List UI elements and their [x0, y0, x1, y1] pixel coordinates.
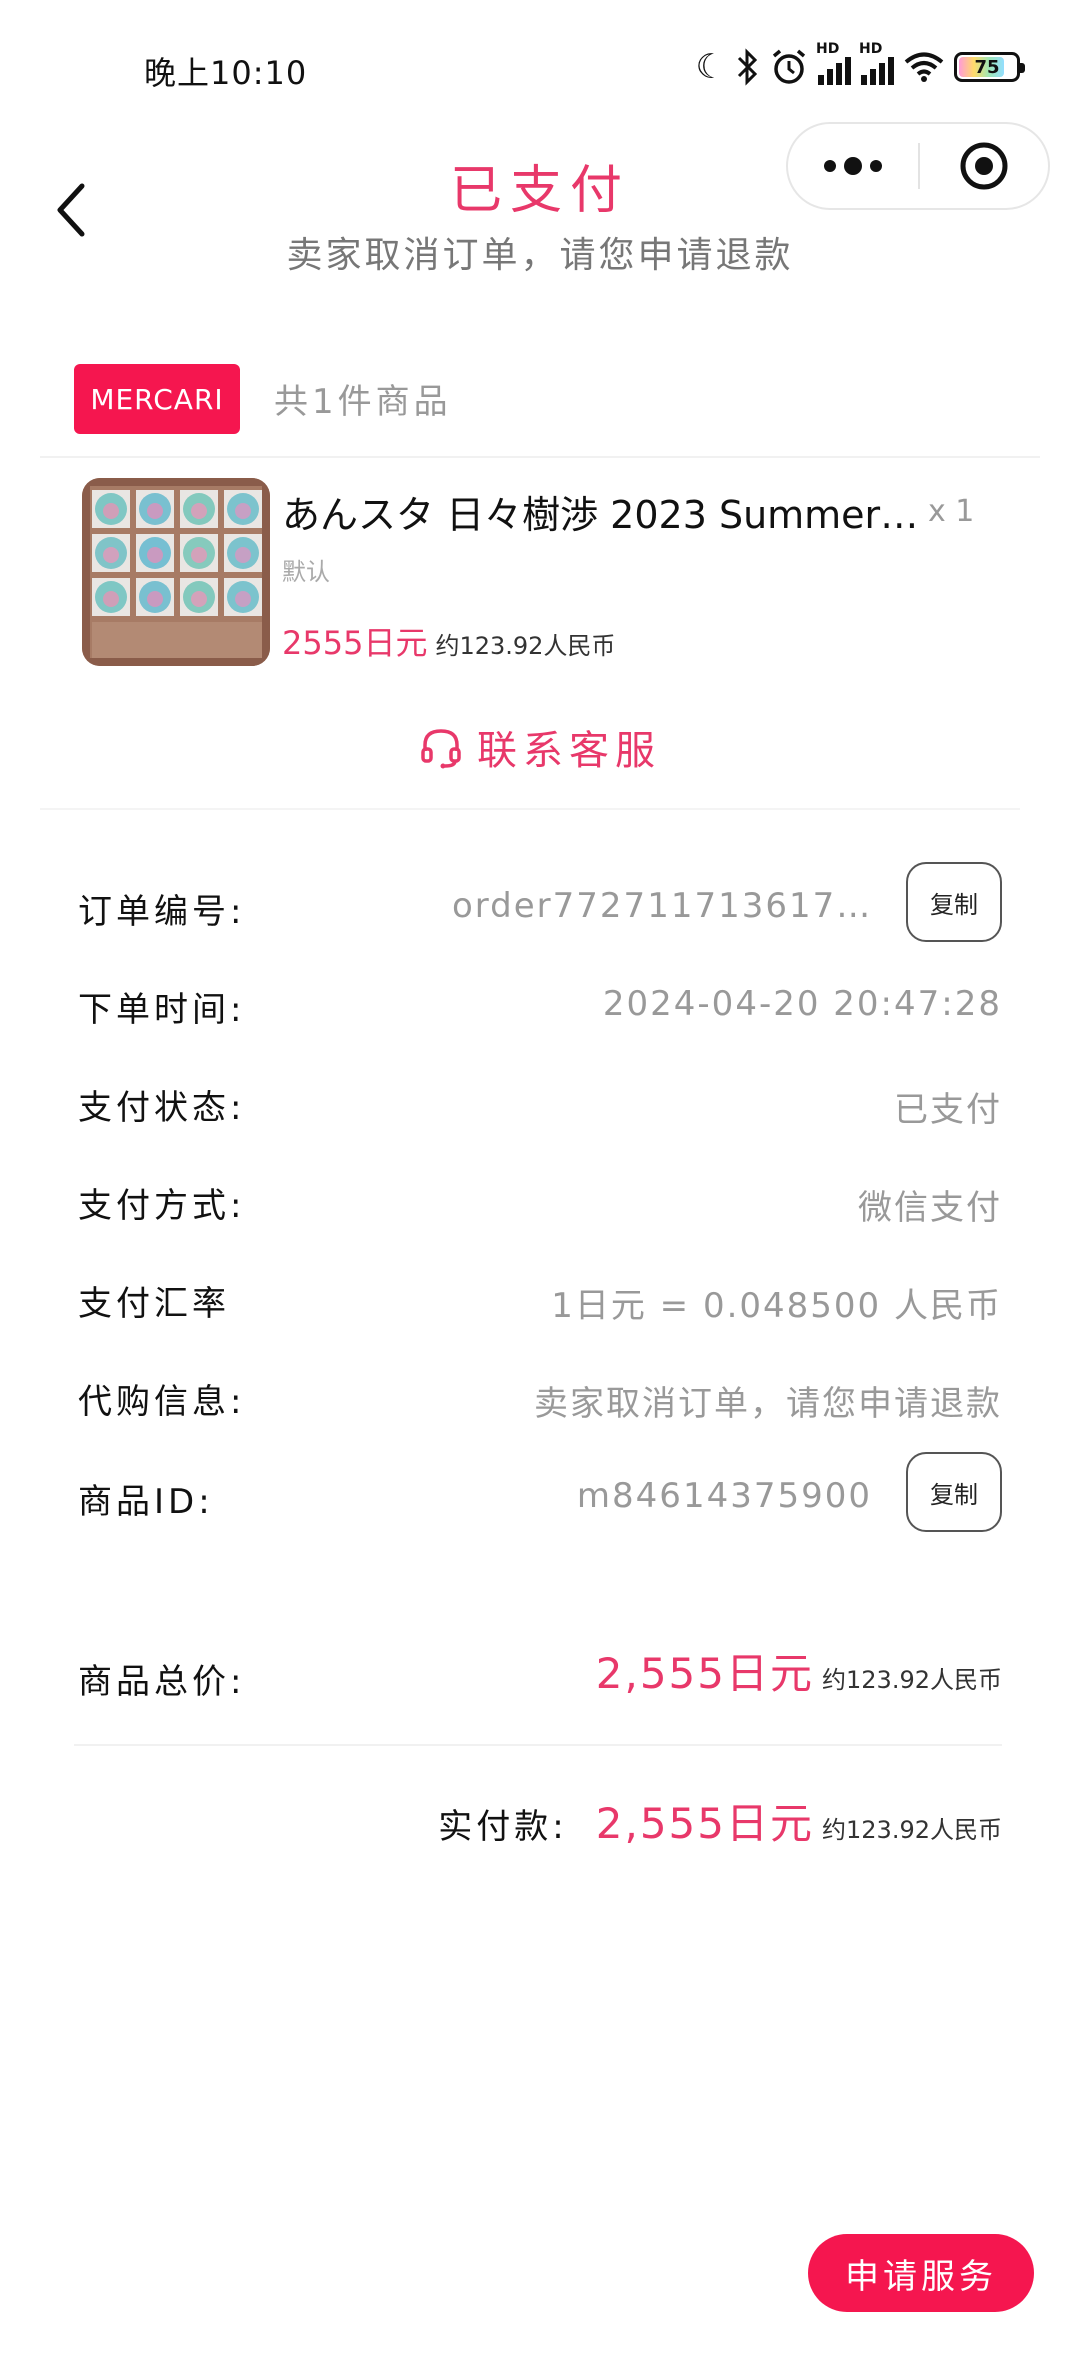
status-time: 晚上10:10: [144, 54, 308, 92]
goods-total-amount: 2,555日元 约123.92人民币: [596, 1640, 1002, 1701]
product-price-jpy: 2555日元: [282, 624, 428, 662]
hd-label-2: HD: [859, 41, 883, 57]
copy-item-id-button[interactable]: 复制: [906, 1452, 1002, 1532]
target-icon: [960, 142, 1008, 190]
product-quantity: x 1: [928, 494, 975, 529]
paid-jpy: 2,555日元: [595, 1799, 815, 1848]
alarm-icon: [772, 49, 806, 84]
product-price-rmb: 约123.92人民币: [435, 632, 616, 660]
more-dot-icon: [824, 160, 836, 172]
more-dot-icon: [844, 157, 862, 175]
contact-service-button[interactable]: 联系客服: [0, 718, 1080, 776]
signal-icon: HD: [816, 41, 851, 85]
goods-total-row: 商品总价: 2,555日元 约123.92人民币: [78, 1640, 1002, 1702]
product-name[interactable]: あんスタ 日々樹渉 2023 Summer イ…: [282, 484, 922, 539]
proxy-info-row: 代购信息: 卖家取消订单，请您申请退款: [78, 1366, 1002, 1426]
shop-badge: MERCARI: [74, 364, 240, 434]
more-button[interactable]: [788, 124, 918, 208]
proxy-info-label: 代购信息:: [78, 1382, 246, 1422]
item-count: 共1件商品: [274, 382, 452, 422]
status-bar: 晚上10:10 ☾ HD HD 75: [0, 0, 1080, 120]
close-miniprogram-button[interactable]: [920, 124, 1048, 208]
item-id-label: 商品ID:: [78, 1482, 214, 1522]
goods-total-label: 商品总价:: [78, 1662, 246, 1702]
product-image[interactable]: [82, 478, 270, 666]
item-id-value: m84614375900: [576, 1476, 872, 1516]
signal-icon-2: HD: [859, 41, 894, 85]
order-time-value: 2024-04-20 20:47:28: [602, 984, 1002, 1024]
hd-label: HD: [816, 41, 840, 57]
pay-method-value: 微信支付: [858, 1188, 1002, 1228]
exchange-rate-label: 支付汇率: [78, 1284, 230, 1324]
pay-method-label: 支付方式:: [78, 1186, 246, 1226]
item-id-row: 商品ID: m84614375900 复制: [78, 1452, 1002, 1532]
bluetooth-icon: [737, 48, 758, 86]
pay-method-row: 支付方式: 微信支付: [78, 1170, 1002, 1230]
more-dot-icon: [870, 160, 882, 172]
order-number-row: 订单编号: order772711713617​24… 复制: [78, 862, 1002, 942]
wifi-icon: [904, 52, 944, 82]
copy-order-number-button[interactable]: 复制: [906, 862, 1002, 942]
order-time-label: 下单时间:: [78, 990, 246, 1030]
moon-icon: ☾: [695, 47, 726, 87]
apply-service-button[interactable]: 申请服务: [808, 2234, 1034, 2312]
miniprogram-capsule: [786, 122, 1050, 210]
contact-service-label: 联系客服: [477, 728, 661, 774]
product-spec: 默认: [282, 558, 330, 586]
divider: [74, 1744, 1002, 1746]
proxy-info-value: 卖家取消订单，请您申请退款: [534, 1384, 1002, 1424]
battery-icon: 75: [954, 52, 1025, 82]
pay-status-label: 支付状态:: [78, 1088, 246, 1128]
product-price: 2555日元 约123.92人民币: [282, 618, 615, 664]
divider: [40, 808, 1020, 810]
page-subtitle: 卖家取消订单，请您申请退款: [286, 235, 794, 276]
goods-total-jpy: 2,555日元: [595, 1649, 815, 1698]
pay-status-row: 支付状态: 已支付: [78, 1072, 1002, 1132]
order-time-row: 下单时间: 2024-04-20 20:47:28: [78, 974, 1002, 1034]
divider: [40, 456, 1040, 458]
order-number-value: order772711713617​24…: [452, 886, 872, 926]
product-photo: [82, 478, 270, 666]
paid-row: 实付款: 2,555日元 约123.92人民币: [438, 1790, 1002, 1851]
paid-rmb: 约123.92人民币: [822, 1816, 1002, 1844]
status-icons: ☾ HD HD 75: [695, 41, 1025, 90]
headset-icon: [421, 729, 461, 769]
paid-label: 实付款:: [438, 1807, 568, 1847]
order-number-label: 订单编号:: [78, 892, 246, 932]
pay-status-value: 已支付: [894, 1090, 1002, 1130]
battery-level: 75: [974, 56, 1000, 78]
exchange-rate-row: 支付汇率 1日元 = 0.048500 人民币: [78, 1268, 1002, 1328]
exchange-rate-value: 1日元 = 0.048500 人民币: [551, 1286, 1002, 1326]
goods-total-rmb: 约123.92人民币: [822, 1666, 1002, 1694]
